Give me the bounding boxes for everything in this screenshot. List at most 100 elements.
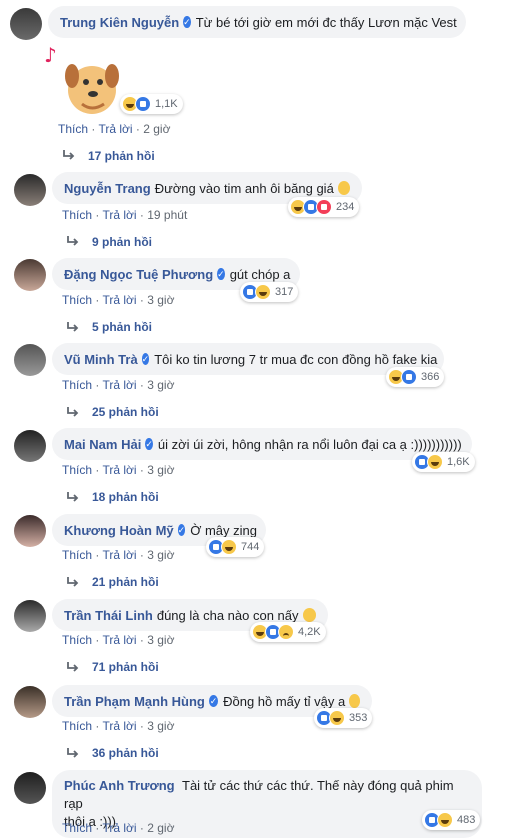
verified-badge-icon: ✓ — [183, 16, 191, 28]
commenter-name[interactable]: Trần Thái Linh — [64, 608, 153, 623]
timestamp[interactable]: 2 giờ — [147, 821, 174, 835]
reply-link[interactable]: Trả lời — [102, 208, 136, 222]
commenter-name[interactable]: Mai Nam Hải — [64, 437, 141, 452]
reaction-summary[interactable]: 4,2K — [250, 622, 326, 642]
reply-arrow-icon — [67, 236, 79, 246]
reaction-count: 1,1K — [155, 98, 178, 110]
like-link[interactable]: Thích — [62, 821, 92, 835]
comment-actions: Thích · Trả lời · 3 giờ — [62, 633, 175, 647]
tongue-emoji-icon — [302, 608, 316, 622]
reaction-count: 4,2K — [298, 626, 321, 638]
comment-actions: Thích · Trả lời · 2 giờ — [62, 821, 175, 835]
reply-link[interactable]: Trả lời — [102, 633, 136, 647]
like-link[interactable]: Thích — [62, 548, 92, 562]
comment-actions: Thích · Trả lời · 19 phút — [62, 208, 188, 222]
reply-arrow-icon — [67, 662, 79, 672]
view-replies-link[interactable]: 18 phản hồi — [92, 490, 159, 504]
thinking-emoji-icon — [349, 694, 360, 708]
sad-reaction-icon — [278, 624, 294, 640]
reply-link[interactable]: Trả lời — [102, 821, 136, 835]
comment-text: úi zời úi zời, hông nhận ra nổi luôn đại… — [157, 436, 462, 452]
view-replies-link[interactable]: 36 phản hồi — [92, 746, 159, 760]
comment-actions: Thích · Trả lời · 3 giờ — [62, 293, 175, 307]
reaction-summary[interactable]: 353 — [314, 708, 373, 728]
commenter-name[interactable]: Đặng Ngọc Tuệ Phương — [64, 267, 213, 282]
view-replies-link[interactable]: 9 phản hồi — [92, 235, 152, 249]
reaction-summary[interactable]: 317 — [240, 282, 299, 302]
comment-text: gút chóp a — [229, 266, 291, 282]
like-link[interactable]: Thích — [62, 463, 92, 477]
reply-link[interactable]: Trả lời — [102, 548, 136, 562]
like-link[interactable]: Thích — [62, 378, 92, 392]
timestamp[interactable]: 3 giờ — [147, 633, 174, 647]
reply-arrow-icon — [67, 748, 79, 758]
reply-arrow-icon — [67, 407, 79, 417]
haha-reaction-icon — [329, 710, 345, 726]
commenter-name[interactable]: Phúc Anh Trương — [64, 778, 175, 793]
comment-bubble: Trung Kiên Nguyễn ✓ Từ bé tới giờ em mới… — [48, 6, 466, 38]
verified-badge-icon: ✓ — [177, 524, 186, 536]
avatar[interactable] — [14, 686, 46, 718]
reply-link[interactable]: Trả lời — [98, 122, 132, 136]
comment-bubble: Mai Nam Hải ✓ úi zời úi zời, hông nhận r… — [52, 428, 472, 460]
avatar[interactable] — [14, 259, 46, 291]
commenter-name[interactable]: Vũ Minh Trà — [64, 352, 138, 367]
like-link[interactable]: Thích — [62, 208, 92, 222]
reaction-summary[interactable]: 1,6K — [412, 452, 475, 472]
like-link[interactable]: Thích — [62, 633, 92, 647]
reaction-summary[interactable]: 744 — [206, 537, 265, 557]
reply-arrow-icon — [67, 577, 79, 587]
reply-link[interactable]: Trả lời — [102, 293, 136, 307]
reply-link[interactable]: Trả lời — [102, 378, 136, 392]
reaction-summary[interactable]: 234 — [288, 197, 360, 217]
view-replies-link[interactable]: 21 phản hồi — [92, 575, 159, 589]
reaction-count: 234 — [336, 201, 355, 213]
avatar[interactable] — [14, 174, 46, 206]
verified-badge-icon: ✓ — [145, 438, 153, 450]
reaction-count: 353 — [349, 712, 368, 724]
avatar[interactable] — [14, 344, 46, 376]
commenter-name[interactable]: Nguyễn Trang — [64, 181, 151, 196]
view-replies-link[interactable]: 25 phản hồi — [92, 405, 159, 419]
timestamp[interactable]: 2 giờ — [143, 122, 170, 136]
timestamp[interactable]: 3 giờ — [147, 463, 174, 477]
timestamp[interactable]: 19 phút — [147, 208, 187, 222]
commenter-name[interactable]: Trần Phạm Mạnh Hùng — [64, 694, 205, 709]
like-link[interactable]: Thích — [62, 293, 92, 307]
reply-arrow-icon — [67, 322, 79, 332]
comment-actions: Thích · Trả lời · 3 giờ — [62, 463, 175, 477]
reaction-summary[interactable]: 366 — [386, 367, 445, 387]
reply-arrow-icon — [67, 492, 79, 502]
commenter-name[interactable]: Khương Hoàn Mỹ — [64, 523, 174, 538]
view-replies-link[interactable]: 17 phản hồi — [88, 149, 155, 163]
like-link[interactable]: Thích — [58, 122, 88, 136]
like-reaction-icon — [135, 96, 151, 112]
reaction-summary[interactable]: 483 — [422, 810, 481, 830]
reaction-count: 366 — [421, 371, 440, 383]
comment-text: Tôi ko tin lương 7 tr mua đc con đồng hồ… — [154, 351, 438, 367]
comment-actions: Thích · Trả lời · 3 giờ — [62, 378, 175, 392]
commenter-name[interactable]: Trung Kiên Nguyễn — [60, 15, 179, 30]
like-reaction-icon — [401, 369, 417, 385]
timestamp[interactable]: 3 giờ — [147, 719, 174, 733]
comment-text: Đường vào tim anh ôi băng giá — [154, 180, 334, 196]
comment-text: đúng là cha nào con nấy — [156, 607, 299, 623]
comment-text: Từ bé tới giờ em mới đc thấy Lươn mặc Ve… — [195, 14, 457, 30]
reply-link[interactable]: Trả lời — [102, 719, 136, 733]
timestamp[interactable]: 3 giờ — [147, 548, 174, 562]
avatar[interactable] — [14, 600, 46, 632]
avatar[interactable] — [14, 515, 46, 547]
reaction-count: 744 — [241, 541, 260, 553]
view-replies-link[interactable]: 5 phản hồi — [92, 320, 152, 334]
love-reaction-icon — [316, 199, 332, 215]
reply-link[interactable]: Trả lời — [102, 463, 136, 477]
avatar[interactable] — [14, 772, 46, 804]
avatar[interactable] — [10, 8, 42, 40]
reaction-summary[interactable]: 1,1K — [120, 94, 183, 114]
verified-badge-icon: ✓ — [141, 353, 150, 365]
like-link[interactable]: Thích — [62, 719, 92, 733]
timestamp[interactable]: 3 giờ — [147, 293, 174, 307]
avatar[interactable] — [14, 430, 46, 462]
timestamp[interactable]: 3 giờ — [147, 378, 174, 392]
view-replies-link[interactable]: 71 phản hồi — [92, 660, 159, 674]
